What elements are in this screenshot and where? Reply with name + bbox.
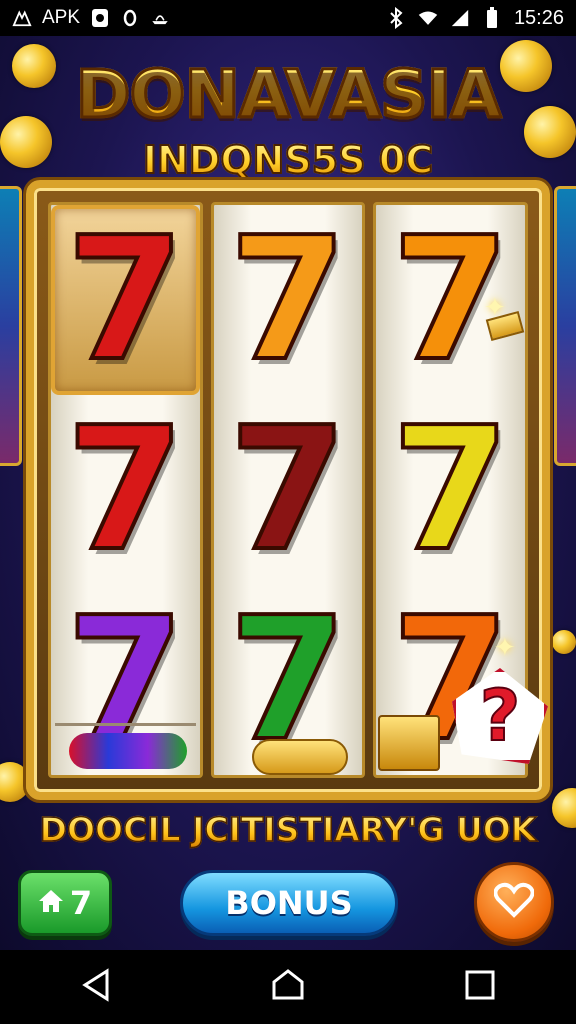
signal-icon <box>450 8 470 28</box>
sparkle-icon: ✦ <box>484 292 506 322</box>
reel-2-cell-1: 7 <box>214 205 363 395</box>
seven-symbol: 7 <box>227 202 349 399</box>
recents-button[interactable] <box>450 957 510 1017</box>
clock: 15:26 <box>513 6 564 29</box>
tagline: DOOCIL JCITISTIARY'G UOK <box>0 809 576 850</box>
reel-3-cell-2: 7 <box>376 395 525 585</box>
reels: 7 7 7 7 7 7 7 7 7 <box>48 202 529 778</box>
boat-icon <box>150 8 170 28</box>
back-icon <box>81 967 111 1007</box>
battery-icon <box>482 7 502 28</box>
reel-1: 7 7 7 <box>48 202 203 778</box>
coin-icon <box>552 630 576 654</box>
gold-treasure-icon <box>378 715 441 771</box>
seven-symbol: 7 <box>227 391 349 589</box>
apk-logo-icon <box>12 8 32 28</box>
seven-symbol: 7 <box>390 391 512 589</box>
status-bar: APK 15:26 <box>0 0 576 36</box>
right-side-panel <box>554 186 576 466</box>
apk-label: APK <box>42 7 81 28</box>
navigation-bar <box>0 950 576 1024</box>
game-title: DONAVASIA <box>0 55 576 135</box>
bluetooth-icon <box>386 7 406 29</box>
home-icon <box>271 968 305 1007</box>
heart-icon <box>493 882 535 923</box>
game-subtitle: INDQNS5S 0C <box>0 137 576 183</box>
wifi-icon <box>418 8 438 28</box>
reel-2-cell-2: 7 <box>214 395 363 585</box>
payline <box>55 723 196 726</box>
seven-symbol: 7 <box>64 391 186 589</box>
home-nav-button[interactable] <box>258 957 318 1017</box>
favorite-button[interactable] <box>474 862 554 942</box>
sparkle-icon: ✦ <box>494 632 516 662</box>
left-side-panel <box>0 186 22 466</box>
seven-symbol: 7 <box>64 202 186 399</box>
slot-game-screen[interactable]: DONAVASIA INDQNS5S 0C 7 7 7 7 7 7 7 7 7 … <box>0 36 576 950</box>
alarm-icon <box>120 8 140 28</box>
notification-o-icon <box>90 8 110 28</box>
reel-1-cell-1: 7 <box>51 205 200 395</box>
reel-2: 7 7 7 <box>210 202 366 778</box>
home-icon <box>38 884 64 922</box>
recents-icon <box>465 970 495 1005</box>
back-button[interactable] <box>66 957 126 1017</box>
home-level-button[interactable]: 7 <box>18 870 112 936</box>
gold-horseshoe-icon <box>251 739 348 775</box>
home-level-count: 7 <box>69 884 93 922</box>
reel-1-cell-2: 7 <box>51 395 200 585</box>
candy-icon <box>69 733 187 769</box>
bonus-button[interactable]: BONUS <box>180 870 398 936</box>
